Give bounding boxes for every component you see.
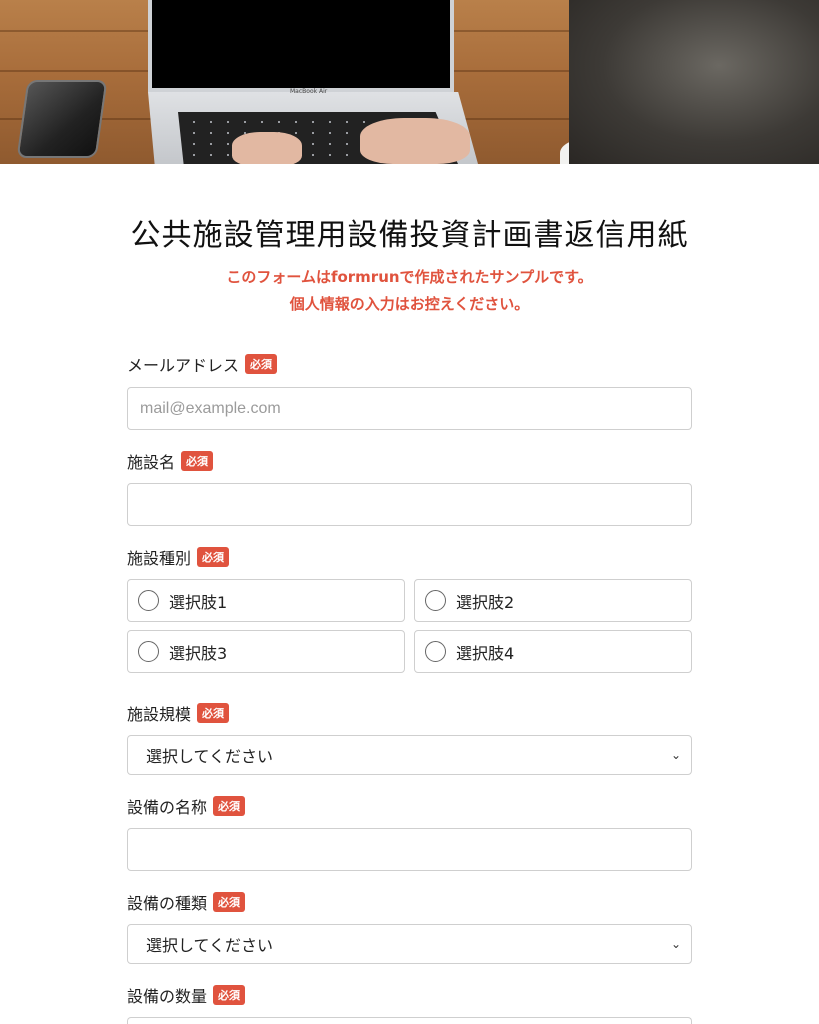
person-image <box>569 0 819 164</box>
required-badge: 必須 <box>197 547 230 567</box>
equipment-name-label-text: 設備の名称 <box>127 798 208 817</box>
required-badge: 必須 <box>197 703 230 723</box>
facility-type-option-2[interactable]: 選択肢2 <box>414 579 692 622</box>
equipment-name-input[interactable] <box>127 828 692 871</box>
sample-notice: このフォームはformrunで作成されたサンプルです。 <box>226 268 593 286</box>
facility-scale-label: 施設規模 必須 <box>127 701 230 725</box>
right-hand-image <box>360 118 470 164</box>
radio-label: 選択肢1 <box>169 592 228 612</box>
laptop-screen-image <box>148 0 454 92</box>
chevron-down-icon: ⌄ <box>670 937 681 951</box>
facility-scale-select[interactable]: 選択してください ⌄ <box>127 735 692 775</box>
required-badge: 必須 <box>213 985 246 1005</box>
required-badge: 必須 <box>245 354 278 374</box>
form-title: 公共施設管理用設備投資計画書返信用紙 <box>130 218 689 253</box>
laptop-brand-text: MacBook Air <box>290 88 328 95</box>
chevron-down-icon: ⌄ <box>670 748 681 762</box>
facility-name-input[interactable] <box>127 483 692 526</box>
hero-image: MacBook Air <box>0 0 819 164</box>
privacy-notice: 個人情報の入力はお控えください。 <box>289 295 530 313</box>
equipment-quantity-input[interactable] <box>127 1017 692 1024</box>
facility-type-option-3[interactable]: 選択肢3 <box>127 630 405 673</box>
equipment-quantity-label-text: 設備の数量 <box>127 987 208 1006</box>
radio-label: 選択肢3 <box>169 643 228 663</box>
equipment-name-label: 設備の名称 必須 <box>127 794 246 818</box>
radio-button[interactable] <box>138 590 159 611</box>
radio-button[interactable] <box>425 590 446 611</box>
radio-button[interactable] <box>425 641 446 662</box>
radio-label: 選択肢4 <box>456 643 515 663</box>
email-input[interactable] <box>127 387 692 430</box>
select-value: 選択してください <box>146 936 274 955</box>
required-badge: 必須 <box>181 451 214 471</box>
required-badge: 必須 <box>213 796 246 816</box>
select-value: 選択してください <box>146 747 274 766</box>
email-label-text: メールアドレス <box>127 356 240 375</box>
radio-label: 選択肢2 <box>456 592 515 612</box>
facility-name-label: 施設名 必須 <box>127 449 214 473</box>
equipment-type-select[interactable]: 選択してください ⌄ <box>127 924 692 964</box>
equipment-quantity-label: 設備の数量 必須 <box>127 983 246 1007</box>
facility-type-option-1[interactable]: 選択肢1 <box>127 579 405 622</box>
radio-button[interactable] <box>138 641 159 662</box>
facility-name-label-text: 施設名 <box>127 453 176 472</box>
facility-type-label: 施設種別 必須 <box>127 545 230 569</box>
phone-image <box>16 80 108 158</box>
required-badge: 必須 <box>213 892 246 912</box>
facility-scale-label-text: 施設規模 <box>127 705 192 724</box>
equipment-type-label: 設備の種類 必須 <box>127 890 246 914</box>
equipment-type-label-text: 設備の種類 <box>127 894 208 913</box>
email-label: メールアドレス 必須 <box>127 352 278 376</box>
left-hand-image <box>232 132 302 164</box>
facility-type-label-text: 施設種別 <box>127 549 192 568</box>
facility-type-option-4[interactable]: 選択肢4 <box>414 630 692 673</box>
